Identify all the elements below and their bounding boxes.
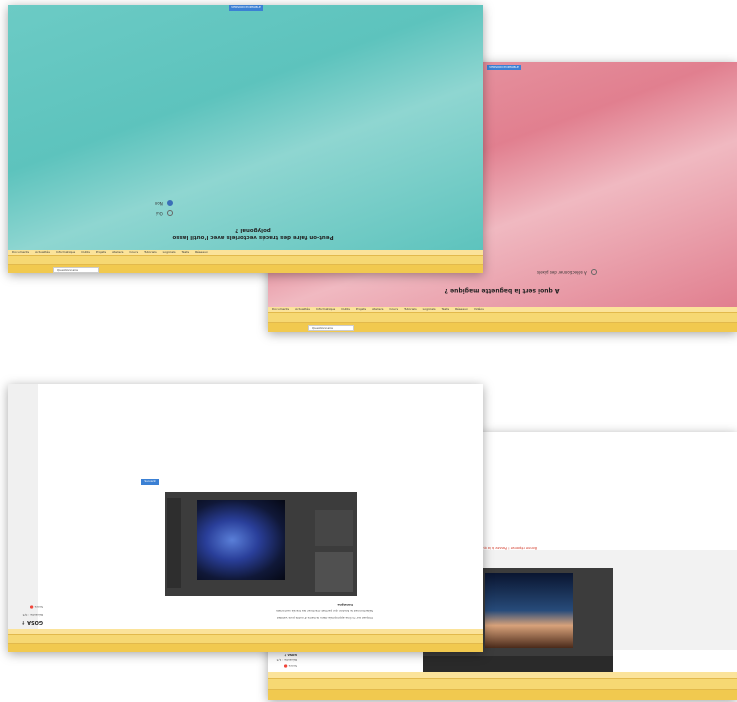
answer-option-non[interactable]: Oui — [156, 210, 173, 216]
score-sub: Réussite : 1/3 — [276, 658, 297, 662]
caption-line2: Cliquez sur l’icône appropriée dans la b… — [276, 616, 373, 620]
question-title: À quoi sert la baguette magique ? — [444, 287, 560, 294]
window-top-left: VERSION PORTABLE Peut-on faire des tracé… — [8, 5, 483, 273]
tab-bar — [268, 689, 737, 700]
radio-icon[interactable] — [167, 210, 173, 216]
logo: GOSA ↑ — [21, 619, 43, 625]
question-title-line2: polygonal ? — [235, 227, 271, 233]
tab-bar: Questionnaire — [8, 264, 483, 273]
radio-icon[interactable] — [591, 269, 597, 275]
image-canvas — [197, 500, 285, 580]
image-canvas — [485, 573, 573, 648]
window-bottom-left: Suivant Consigne Sélectionnez le bouton … — [8, 384, 483, 652]
caption-title: Consigne — [337, 603, 353, 607]
caption-line1: Sélectionnez le bouton qui permet d’acti… — [276, 609, 373, 613]
layers-panel — [315, 552, 353, 592]
left-gutter — [8, 384, 38, 629]
radio-selected-icon[interactable] — [167, 200, 173, 206]
tab-questionnaire[interactable]: Questionnaire — [53, 267, 99, 273]
score-sub: Réussite : 0/3 — [22, 613, 43, 617]
editor-screenshot — [165, 492, 357, 596]
score-label: Score 🔴 — [29, 605, 43, 609]
tab-bar — [8, 643, 483, 652]
answer-option-oui[interactable]: Non — [155, 200, 173, 206]
tab-bar: Questionnaire — [268, 322, 737, 332]
properties-panel — [315, 510, 353, 546]
logo: GOSA ↑ — [283, 653, 297, 657]
question-title-line1: Peut-on faire des tracés vectoriels avec… — [172, 234, 334, 240]
next-button[interactable]: Suivant — [141, 479, 159, 485]
tools-panel — [167, 498, 181, 588]
score-label: Score 🔴 — [283, 664, 297, 668]
answer-option[interactable]: À sélectionner des pixels — [537, 269, 597, 275]
tab-questionnaire[interactable]: Questionnaire — [308, 325, 354, 331]
